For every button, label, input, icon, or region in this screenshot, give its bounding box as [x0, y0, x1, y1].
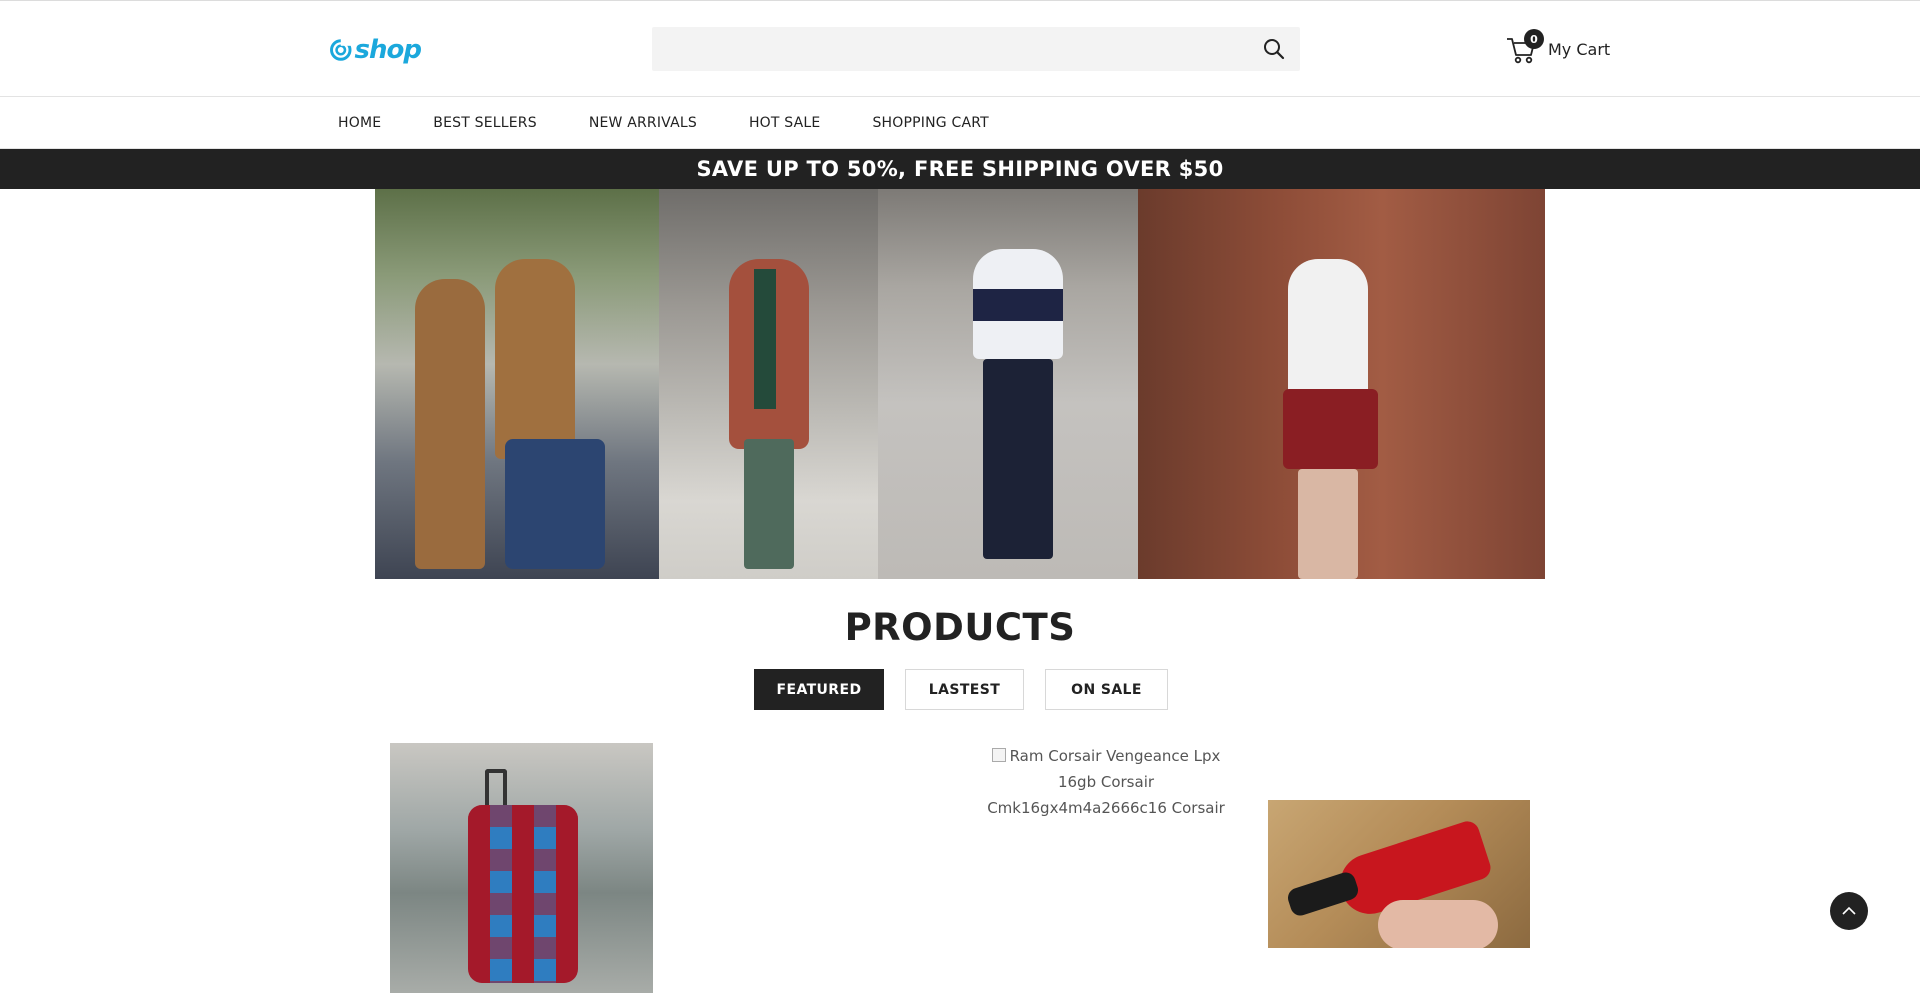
search-input[interactable] [652, 27, 1252, 71]
nav-item-best-sellers[interactable]: BEST SELLERS [433, 115, 537, 131]
nav-item-home[interactable]: HOME [338, 115, 381, 131]
product-alt-text: Ram Corsair Vengeance Lpx 16gb Corsair C… [987, 747, 1225, 817]
products-heading: PRODUCTS [844, 606, 1076, 649]
banner-panel-street-walk [375, 189, 659, 579]
nav-item-new-arrivals[interactable]: NEW ARRIVALS [589, 115, 697, 131]
nav-item-hot-sale[interactable]: HOT SALE [749, 115, 821, 131]
cart-icon-wrap: 0 [1506, 29, 1544, 65]
cart-button[interactable]: 0 My Cart [1506, 29, 1616, 69]
product-tabs: FEATURED LASTEST ON SALE [754, 669, 1189, 711]
nav-item-shopping-cart[interactable]: SHOPPING CART [872, 115, 988, 131]
product-image-screwdriver[interactable] [1268, 800, 1530, 948]
banner-panel-plaid-poncho [659, 189, 878, 579]
banner-panel-striped-tee [878, 189, 1138, 579]
logo-text: shop [354, 35, 422, 65]
banner-panel-plaid-skirt [1138, 189, 1545, 579]
tab-on-sale[interactable]: ON SALE [1045, 669, 1168, 710]
search-button[interactable] [1262, 37, 1286, 61]
cart-label: My Cart [1548, 39, 1611, 59]
promo-text: SAVE UP TO 50%, FREE SHIPPING OVER $50 [696, 157, 1224, 181]
logo-swirl-icon [330, 38, 353, 61]
main-nav: HOME BEST SELLERS NEW ARRIVALS HOT SALE … [0, 97, 1920, 149]
promo-bar: SAVE UP TO 50%, FREE SHIPPING OVER $50 [0, 149, 1920, 189]
product-image-luggage[interactable] [390, 743, 653, 993]
back-to-top-button[interactable] [1830, 892, 1868, 930]
shop-logo[interactable]: shop [329, 34, 422, 66]
site-header: shop 0 My Cart [0, 1, 1920, 97]
tab-featured[interactable]: FEATURED [754, 669, 884, 710]
search-bar [652, 27, 1300, 71]
search-icon [1264, 39, 1285, 60]
product-image-broken[interactable]: Ram Corsair Vengeance Lpx 16gb Corsair C… [975, 743, 1237, 821]
chevron-up-icon [1842, 906, 1856, 915]
hero-banner[interactable] [375, 189, 1545, 579]
tab-lastest[interactable]: LASTEST [905, 669, 1024, 710]
broken-image-icon [991, 748, 1006, 762]
cart-count-badge: 0 [1524, 29, 1544, 49]
